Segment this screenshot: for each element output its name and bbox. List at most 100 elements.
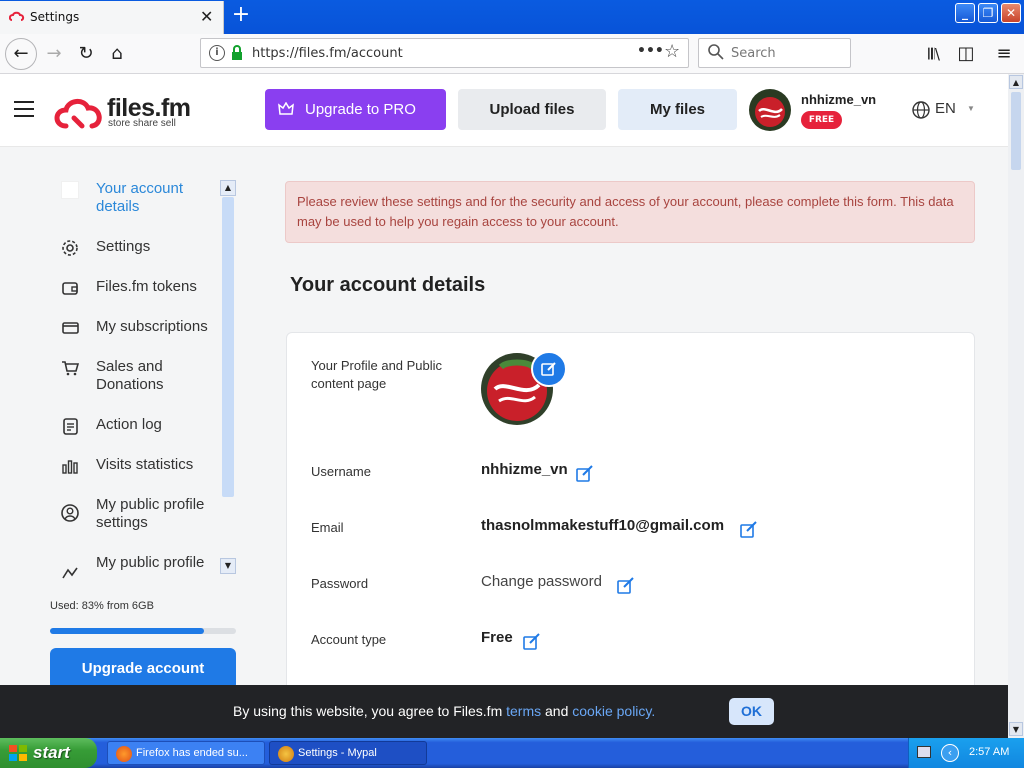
page-scroll-thumb[interactable] xyxy=(1011,92,1021,170)
scroll-down-icon[interactable]: ▼ xyxy=(1009,722,1023,736)
taskbar: start Firefox has ended su... Settings -… xyxy=(0,738,1024,768)
taskbar-item-firefox[interactable]: Firefox has ended su... xyxy=(107,741,265,765)
sidebar-scroll-thumb[interactable] xyxy=(222,197,234,497)
language-code: EN xyxy=(935,100,956,117)
cookie-text-before: By using this website, you agree to File… xyxy=(233,703,507,719)
sidebar-item-label: Files.fm tokens xyxy=(96,278,197,295)
cookie-banner: By using this website, you agree to File… xyxy=(0,685,1008,738)
storage-usage-text: Used: 83% from 6GB xyxy=(50,600,154,612)
search-placeholder: Search xyxy=(731,46,776,61)
password-label: Password xyxy=(311,576,369,591)
sidebar-item-sales[interactable]: Sales and Donations xyxy=(50,358,230,394)
collapse-tray-icon[interactable]: ‹ xyxy=(941,744,959,762)
edit-password-icon[interactable] xyxy=(617,577,635,595)
edit-icon xyxy=(541,362,556,376)
sidebar-scrollbar[interactable]: ▲ ▼ xyxy=(220,180,236,575)
profile-label: Your Profile and Public content page xyxy=(311,358,443,391)
email-label: Email xyxy=(311,520,344,535)
tab-close-icon[interactable]: ✕ xyxy=(200,7,213,26)
account-type-value: Free xyxy=(481,629,513,646)
minimize-button[interactable]: _ xyxy=(955,3,975,23)
sidebar-item-label: Visits statistics xyxy=(96,456,194,473)
scroll-up-icon[interactable]: ▲ xyxy=(220,180,236,196)
log-icon xyxy=(63,418,78,435)
start-button[interactable]: start xyxy=(0,738,97,768)
windows-flag-icon xyxy=(9,745,27,761)
upload-files-button[interactable]: Upload files xyxy=(458,89,606,130)
back-arrow-icon[interactable]: ← xyxy=(5,38,37,70)
upgrade-to-pro-button[interactable]: Upgrade to PRO xyxy=(265,89,446,130)
page-scrollbar[interactable]: ▲ ▼ xyxy=(1008,74,1024,738)
cookie-and: and xyxy=(541,703,573,719)
sidebar-toggle-icon[interactable]: ◫ xyxy=(952,40,980,68)
browser-titlebar: Settings ✕ + _ ❐ ✕ xyxy=(0,0,1024,34)
site-header: files.fm store share sell Upgrade to PRO… xyxy=(0,74,1008,147)
globe-icon xyxy=(912,101,930,119)
taskbar-item-label: Settings - Mypal xyxy=(298,747,377,759)
restore-button[interactable]: ❐ xyxy=(978,3,998,23)
free-badge: FREE xyxy=(801,111,842,129)
change-password-link[interactable]: Change password xyxy=(481,573,602,590)
home-icon[interactable]: ⌂ xyxy=(103,40,131,68)
filesfm-favicon-icon xyxy=(9,11,25,21)
upgrade-account-button[interactable]: Upgrade account xyxy=(50,648,236,685)
new-tab-button[interactable]: + xyxy=(230,4,252,28)
upgrade-to-pro-label: Upgrade to PRO xyxy=(305,101,416,118)
bookmark-star-icon[interactable]: ☆ xyxy=(664,41,680,62)
browser-navbar: ← → ↻ ⌂ i https://files.fm/account ••• ☆… xyxy=(0,34,1024,74)
tab-settings[interactable]: Settings ✕ xyxy=(0,1,224,34)
chevron-down-icon: ▼ xyxy=(967,104,975,113)
sidebar-item-label: Settings xyxy=(96,238,151,255)
edit-username-icon[interactable] xyxy=(576,465,594,483)
username-label: Username xyxy=(311,464,371,479)
reload-icon[interactable]: ↻ xyxy=(72,40,100,68)
edit-profile-picture-button[interactable] xyxy=(531,351,567,387)
page-content: files.fm store share sell Upgrade to PRO… xyxy=(0,74,1008,685)
url-text: https://files.fm/account xyxy=(252,46,403,61)
sidebar-item-label: Sales and Donations xyxy=(96,358,164,393)
sidebar-item-label: My subscriptions xyxy=(96,318,208,335)
sidebar-item-account-details[interactable]: Your account details xyxy=(50,180,230,216)
account-type-label: Account type xyxy=(311,632,387,647)
scroll-down-icon[interactable]: ▼ xyxy=(220,558,236,574)
cart-icon xyxy=(62,361,79,376)
terms-link[interactable]: terms xyxy=(506,703,541,719)
keyboard-icon[interactable] xyxy=(917,746,931,758)
taskbar-item-label: Firefox has ended su... xyxy=(136,747,248,759)
close-window-button[interactable]: ✕ xyxy=(1001,3,1021,23)
cookie-ok-button[interactable]: OK xyxy=(729,698,774,725)
avatar[interactable] xyxy=(749,89,791,131)
edit-account-type-icon[interactable] xyxy=(523,633,541,651)
bar-chart-icon xyxy=(62,460,78,474)
forward-arrow-icon[interactable]: → xyxy=(40,40,68,68)
profile-icon xyxy=(62,567,78,579)
clock: 2:57 AM xyxy=(969,746,1010,758)
page-actions-icon[interactable]: ••• xyxy=(637,43,664,59)
page-title: Your account details xyxy=(290,274,486,296)
hamburger-menu-icon[interactable] xyxy=(14,101,34,117)
account-details-card: Your Profile and Public content page Use… xyxy=(286,332,975,685)
header-username[interactable]: nhhizme_vn xyxy=(801,92,876,107)
mypal-icon xyxy=(278,746,294,762)
menu-icon[interactable]: ≡ xyxy=(990,40,1018,68)
sidebar-item-label: Action log xyxy=(96,416,162,433)
filesfm-logo-icon xyxy=(54,99,102,129)
username-value: nhhizme_vn xyxy=(481,461,568,478)
url-bar[interactable]: i https://files.fm/account ••• ☆ xyxy=(200,38,689,68)
my-files-button[interactable]: My files xyxy=(618,89,737,130)
taskbar-item-mypal[interactable]: Settings - Mypal xyxy=(269,741,427,765)
library-icon[interactable]: 𝄃𝄃\ xyxy=(920,40,948,68)
cookie-policy-link[interactable]: cookie policy. xyxy=(572,703,655,719)
edit-email-icon[interactable] xyxy=(740,521,758,539)
info-icon[interactable]: i xyxy=(209,45,225,61)
search-input[interactable]: Search xyxy=(698,38,851,68)
crown-icon xyxy=(278,102,294,115)
email-value: thasnolmmakestuff10@gmail.com xyxy=(481,517,725,534)
logo-tagline: store share sell xyxy=(108,118,176,129)
card-icon xyxy=(62,322,79,334)
firefox-icon xyxy=(116,746,132,762)
sidebar-item-public-profile-settings[interactable]: My public profile settings xyxy=(50,496,230,532)
sidebar-item-label: Your account details xyxy=(96,180,184,215)
system-tray: ‹ 2:57 AM xyxy=(908,738,1024,768)
scroll-up-icon[interactable]: ▲ xyxy=(1009,75,1023,89)
